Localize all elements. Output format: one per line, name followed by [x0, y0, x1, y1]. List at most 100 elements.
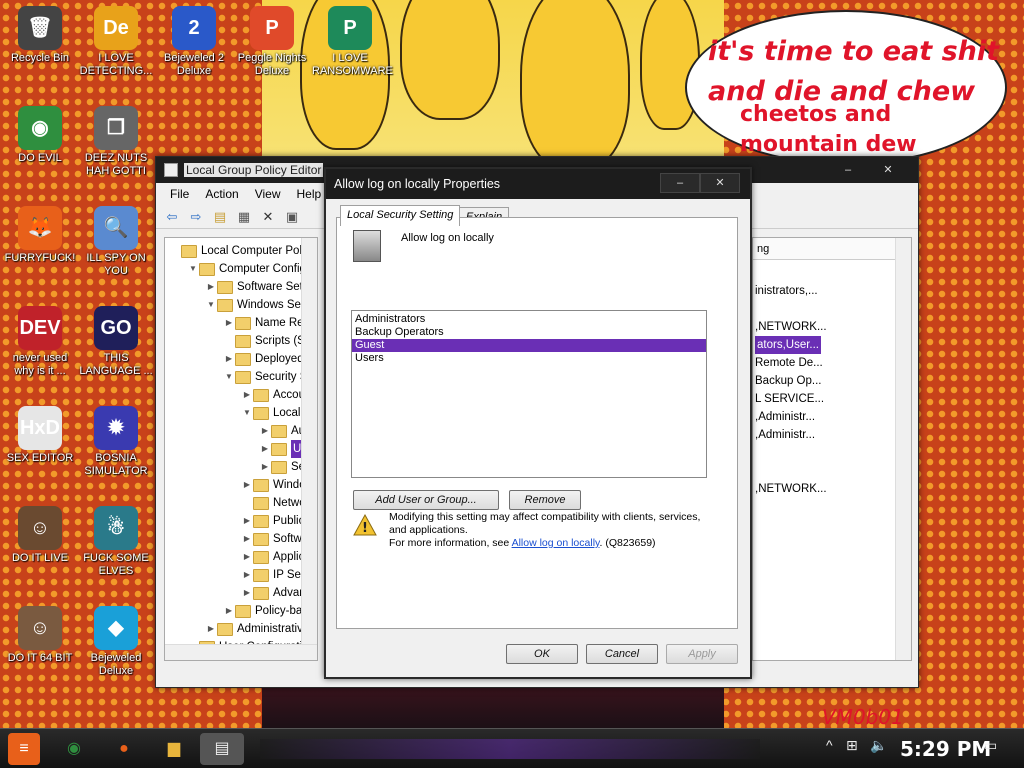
member-list-item[interactable]: Guest	[352, 339, 706, 352]
desktop-icon[interactable]: ❐ DEEZ NUTS HAH GOTTI	[78, 106, 154, 178]
tree-vertical-scrollbar[interactable]	[301, 238, 317, 644]
desktop-icon[interactable]: ☺ DO IT LIVE	[2, 506, 78, 565]
warning-text: Modifying this setting may affect compat…	[389, 511, 729, 550]
remove-button[interactable]: Remove	[509, 490, 581, 510]
expand-chevron-icon[interactable]: ▼	[205, 296, 217, 314]
file-explorer-taskbar-icon[interactable]: ▆	[158, 733, 190, 765]
up-folder-icon[interactable]: ▤	[210, 208, 230, 226]
desktop-icon[interactable]: ✹ BOSNIA SIMULATOR	[78, 406, 154, 478]
policy-setting-row[interactable]: ,Administr...	[755, 426, 815, 444]
network-icon[interactable]: ⊞	[846, 737, 858, 754]
policy-setting-row[interactable]: ,NETWORK...	[755, 318, 827, 336]
tab-local-security-setting[interactable]: Local Security Setting	[340, 205, 461, 226]
show-hide-tree-icon[interactable]: ▦	[234, 208, 254, 226]
expand-chevron-icon[interactable]: ▼	[223, 368, 235, 386]
member-list-item[interactable]: Users	[352, 352, 706, 365]
folder-icon	[217, 622, 233, 636]
cancel-button[interactable]: Cancel	[586, 644, 658, 664]
dialog-close-button[interactable]: ✕	[700, 173, 740, 193]
properties-icon[interactable]: ▣	[282, 208, 302, 226]
dialog-titlebar[interactable]: Allow log on locally Properties – ✕	[326, 169, 750, 199]
clock[interactable]: 5:29 PM	[900, 737, 991, 761]
policy-setting-row[interactable]: Backup Op...	[755, 372, 821, 390]
expand-chevron-icon[interactable]: ▶	[259, 440, 271, 458]
chrome-taskbar-icon[interactable]: ◉	[58, 733, 90, 765]
desktop-icon[interactable]: De I LOVE DETECTING...	[78, 6, 154, 78]
tree-item[interactable]: ▼Computer Configuration	[187, 260, 317, 278]
desktop-icon-label: DO IT 64 BIT	[7, 652, 73, 664]
desktop-icon-label: ILL SPY ON YOU	[86, 252, 146, 277]
firefox-taskbar-icon[interactable]: ●	[108, 733, 140, 765]
gpedit-taskbar-button[interactable]: ▤	[200, 733, 244, 765]
tree-item[interactable]: Local Computer Policy	[169, 242, 316, 260]
wallpaper-vm-label: VM0b01	[822, 705, 904, 729]
desktop-icon[interactable]: PI LOVE RANSOMWARE	[312, 6, 393, 78]
members-listbox[interactable]: Administrators Backup Operators Guest Users	[351, 310, 707, 478]
expand-chevron-icon[interactable]: ▶	[241, 476, 253, 494]
apply-button[interactable]: Apply	[666, 644, 738, 664]
forward-arrow-icon[interactable]: ⇨	[186, 208, 206, 226]
policy-setting-row[interactable]: Remote De...	[755, 354, 823, 372]
expand-chevron-icon[interactable]: ▶	[223, 350, 235, 368]
dialog-minimize-button[interactable]: –	[660, 173, 700, 193]
expand-chevron-icon[interactable]: ▶	[241, 512, 253, 530]
expand-chevron-icon[interactable]: ▶	[241, 386, 253, 404]
tree-horizontal-scrollbar[interactable]	[165, 644, 317, 660]
volume-icon[interactable]: 🔈	[870, 737, 887, 754]
policy-tree: Local Computer Policy ▼Computer Configura…	[164, 237, 318, 661]
expand-chevron-icon[interactable]: ▶	[241, 584, 253, 602]
policy-setting-row[interactable]: ,Administr...	[755, 408, 815, 426]
notifications-icon[interactable]: ▭	[984, 737, 997, 754]
menu-action[interactable]: Action	[197, 187, 246, 201]
desktop-icon[interactable]: 🦊 FURRYFUCK!	[2, 206, 78, 265]
gpedit-close-button[interactable]: ✕	[868, 161, 908, 181]
ok-button[interactable]: OK	[506, 644, 578, 664]
desktop-icon[interactable]: ☺ DO IT 64 BIT	[2, 606, 78, 665]
policy-setting-row[interactable]: inistrators,...	[755, 282, 818, 300]
add-user-or-group-button[interactable]: Add User or Group...	[353, 490, 499, 510]
desktop-icon[interactable]: 🔍 ILL SPY ON YOU	[78, 206, 154, 278]
desktop-icon[interactable]: GO THIS LANGUAGE ...	[78, 306, 154, 378]
expand-chevron-icon[interactable]: ▶	[241, 548, 253, 566]
gpedit-app-icon	[164, 163, 178, 177]
policy-setting-row[interactable]: ,NETWORK...	[755, 480, 827, 498]
show-hidden-icons-icon[interactable]: ^	[826, 737, 833, 753]
expand-chevron-icon[interactable]: ▶	[223, 314, 235, 332]
expand-chevron-icon[interactable]: ▼	[187, 260, 199, 278]
desktop-icon[interactable]: ☃ FUCK SOME ELVES	[78, 506, 154, 578]
member-list-item[interactable]: Administrators	[352, 313, 706, 326]
desktop-icon[interactable]: DEV never used why is it ...	[2, 306, 78, 378]
desktop-icon[interactable]: 🗑 Recycle Bin	[2, 6, 78, 65]
list-vertical-scrollbar[interactable]	[895, 238, 911, 660]
folder-icon	[199, 262, 215, 276]
portrait64-icon: ☺	[18, 606, 62, 650]
expand-chevron-icon[interactable]: ▶	[241, 566, 253, 584]
more-info-line: For more information, see Allow log on l…	[389, 537, 729, 550]
menu-view[interactable]: View	[247, 187, 289, 201]
mine-icon: ✹	[94, 406, 138, 450]
menu-file[interactable]: File	[162, 187, 197, 201]
desktop-icon[interactable]: 2 Bejeweled 2 Deluxe	[156, 6, 232, 78]
desktop-icon[interactable]: HxD SEX EDITOR	[2, 406, 78, 465]
delete-icon[interactable]: ✕	[258, 208, 278, 226]
expand-chevron-icon[interactable]: ▶	[259, 422, 271, 440]
more-info-link[interactable]: Allow log on locally	[512, 537, 600, 549]
expand-chevron-icon[interactable]: ▶	[205, 620, 217, 638]
desktop-icon[interactable]: ◆ Bejeweled Deluxe	[78, 606, 154, 678]
policy-setting-row[interactable]: ators,User...	[755, 336, 821, 354]
desktop-icon[interactable]: ◉ DO EVIL	[2, 106, 78, 165]
member-list-item[interactable]: Backup Operators	[352, 326, 706, 339]
desktop-icon[interactable]: P Peggle Nights Deluxe	[234, 6, 310, 78]
expand-chevron-icon[interactable]: ▶	[241, 530, 253, 548]
folder-icon	[235, 604, 251, 618]
list-column-header[interactable]: ng	[753, 238, 897, 260]
policy-setting-row[interactable]: L SERVICE...	[755, 390, 824, 408]
expand-chevron-icon[interactable]: ▶	[205, 278, 217, 296]
folder-icon	[271, 460, 287, 474]
gpedit-minimize-button[interactable]: –	[828, 161, 868, 181]
expand-chevron-icon[interactable]: ▶	[223, 602, 235, 620]
back-arrow-icon[interactable]: ⇦	[162, 208, 182, 226]
expand-chevron-icon[interactable]: ▼	[241, 404, 253, 422]
start-button[interactable]: ≡	[8, 733, 40, 765]
expand-chevron-icon[interactable]: ▶	[259, 458, 271, 476]
